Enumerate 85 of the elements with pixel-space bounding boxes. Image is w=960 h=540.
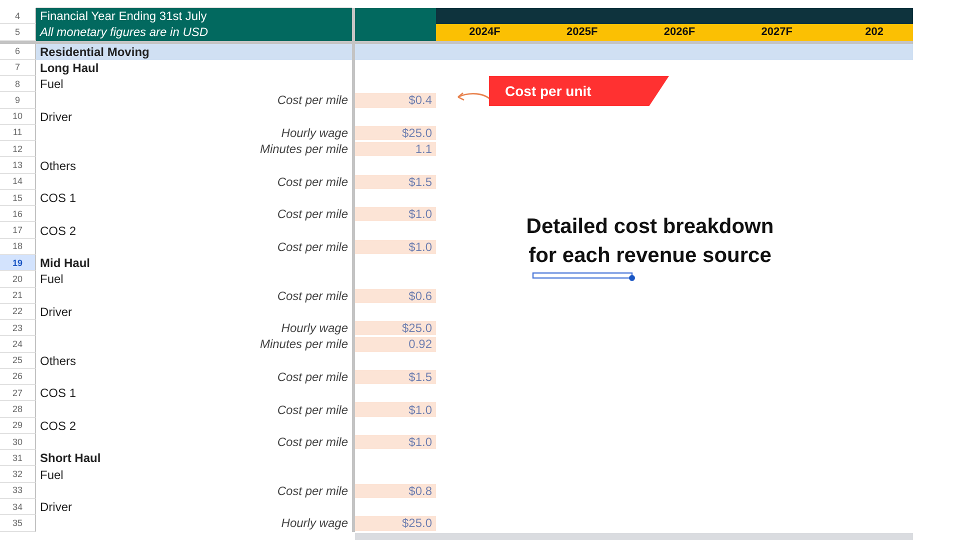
- row-number[interactable]: 32: [0, 466, 36, 483]
- year-heading: 2024F: [468, 25, 502, 40]
- row-number[interactable]: 35: [0, 515, 36, 532]
- row-number[interactable]: 22: [0, 304, 36, 320]
- year-heading: 2027F: [760, 25, 794, 40]
- row-number[interactable]: 16: [0, 206, 36, 222]
- year-heading: 202: [864, 25, 884, 40]
- row-number[interactable]: 8: [0, 76, 36, 92]
- group-label: Long Haul: [39, 60, 100, 76]
- row-number[interactable]: 17: [0, 222, 36, 239]
- parameter-label: Cost per mile: [276, 288, 349, 304]
- input-cell[interactable]: $0.8: [355, 484, 436, 498]
- parameter-label: Cost per mile: [276, 206, 349, 222]
- row-number[interactable]: 20: [0, 271, 36, 288]
- input-cell[interactable]: $0.4: [355, 93, 436, 108]
- group-label: Short Haul: [39, 450, 102, 466]
- input-cell[interactable]: $25.0: [355, 126, 436, 140]
- input-cell[interactable]: $1.0: [355, 434, 436, 450]
- row-number[interactable]: 34: [0, 498, 36, 516]
- row-number[interactable]: 7: [0, 60, 36, 76]
- row-number[interactable]: 4: [0, 8, 36, 24]
- parameter-label: Minutes per mile: [258, 141, 349, 158]
- row-number[interactable]: 28: [0, 401, 36, 418]
- row-number[interactable]: 5: [0, 24, 36, 41]
- parameter-label: Cost per mile: [276, 402, 349, 418]
- row-number[interactable]: 21: [0, 288, 36, 304]
- item-label: Fuel: [39, 271, 64, 288]
- row-number[interactable]: 26: [0, 368, 36, 386]
- header-subtitle: All monetary figures are in USD: [36, 24, 352, 41]
- item-label: Driver: [39, 108, 73, 125]
- group-label: Mid Haul: [39, 255, 91, 272]
- item-label: COS 2: [39, 222, 78, 239]
- input-cell[interactable]: $1.5: [355, 370, 436, 384]
- callout-banner: Cost per unit: [489, 76, 669, 106]
- input-cell[interactable]: $1.5: [355, 174, 436, 189]
- item-label: Fuel: [39, 466, 64, 483]
- row-number[interactable]: 31: [0, 450, 36, 466]
- row-number[interactable]: 33: [0, 482, 36, 499]
- item-label: COS 1: [39, 190, 78, 206]
- header-title: Financial Year Ending 31st July: [36, 8, 352, 24]
- input-cell[interactable]: $1.0: [355, 207, 436, 222]
- row-number[interactable]: 12: [0, 141, 36, 158]
- year-heading: 2026F: [662, 25, 696, 40]
- row-number[interactable]: 6: [0, 44, 36, 60]
- row-number[interactable]: 24: [0, 336, 36, 353]
- item-label: Others: [39, 352, 78, 369]
- year-heading: 2025F: [565, 25, 599, 40]
- row-number[interactable]: 15: [0, 190, 36, 206]
- item-label: Fuel: [39, 76, 64, 92]
- row-number[interactable]: 11: [0, 124, 36, 142]
- row-number[interactable]: 30: [0, 434, 36, 450]
- parameter-label: Cost per mile: [276, 92, 349, 109]
- input-cell[interactable]: $0.6: [355, 288, 436, 303]
- parameter-label: Cost per mile: [276, 238, 349, 255]
- parameter-label: Cost per mile: [276, 434, 349, 450]
- item-label: COS 2: [39, 418, 78, 434]
- input-cell[interactable]: $25.0: [355, 321, 436, 336]
- annotation-text: Detailed cost breakdown for each revenue source: [525, 214, 775, 269]
- row-number[interactable]: 29: [0, 418, 36, 434]
- row-number[interactable]: 18: [0, 238, 36, 255]
- row-number[interactable]: 14: [0, 174, 36, 190]
- row-number[interactable]: 10: [0, 108, 36, 125]
- input-cell[interactable]: $1.0: [355, 240, 436, 254]
- row-number[interactable]: 9: [0, 92, 36, 109]
- parameter-label: Hourly wage: [280, 320, 349, 336]
- row-number[interactable]: 13: [0, 157, 36, 174]
- row-number[interactable]: 23: [0, 320, 36, 336]
- parameter-label: Cost per mile: [276, 174, 349, 190]
- input-cell[interactable]: 0.92: [355, 337, 436, 352]
- input-cell[interactable]: $1.0: [355, 402, 436, 417]
- item-label: Driver: [39, 304, 73, 320]
- parameter-label: Cost per mile: [276, 368, 349, 386]
- item-label: Driver: [39, 499, 73, 516]
- input-cell[interactable]: $25.0: [355, 516, 436, 530]
- parameter-label: Hourly wage: [280, 124, 349, 142]
- item-label: COS 1: [39, 385, 78, 402]
- section-heading: Residential Moving: [36, 44, 352, 60]
- parameter-label: Cost per mile: [276, 482, 349, 499]
- parameter-label: Hourly wage: [280, 515, 349, 532]
- item-label: Others: [39, 158, 78, 174]
- row-number[interactable]: 25: [0, 352, 36, 369]
- row-number[interactable]: 19: [0, 254, 36, 272]
- input-cell[interactable]: 1.1: [355, 142, 436, 156]
- parameter-label: Minutes per mile: [258, 336, 349, 353]
- row-number[interactable]: 27: [0, 385, 36, 402]
